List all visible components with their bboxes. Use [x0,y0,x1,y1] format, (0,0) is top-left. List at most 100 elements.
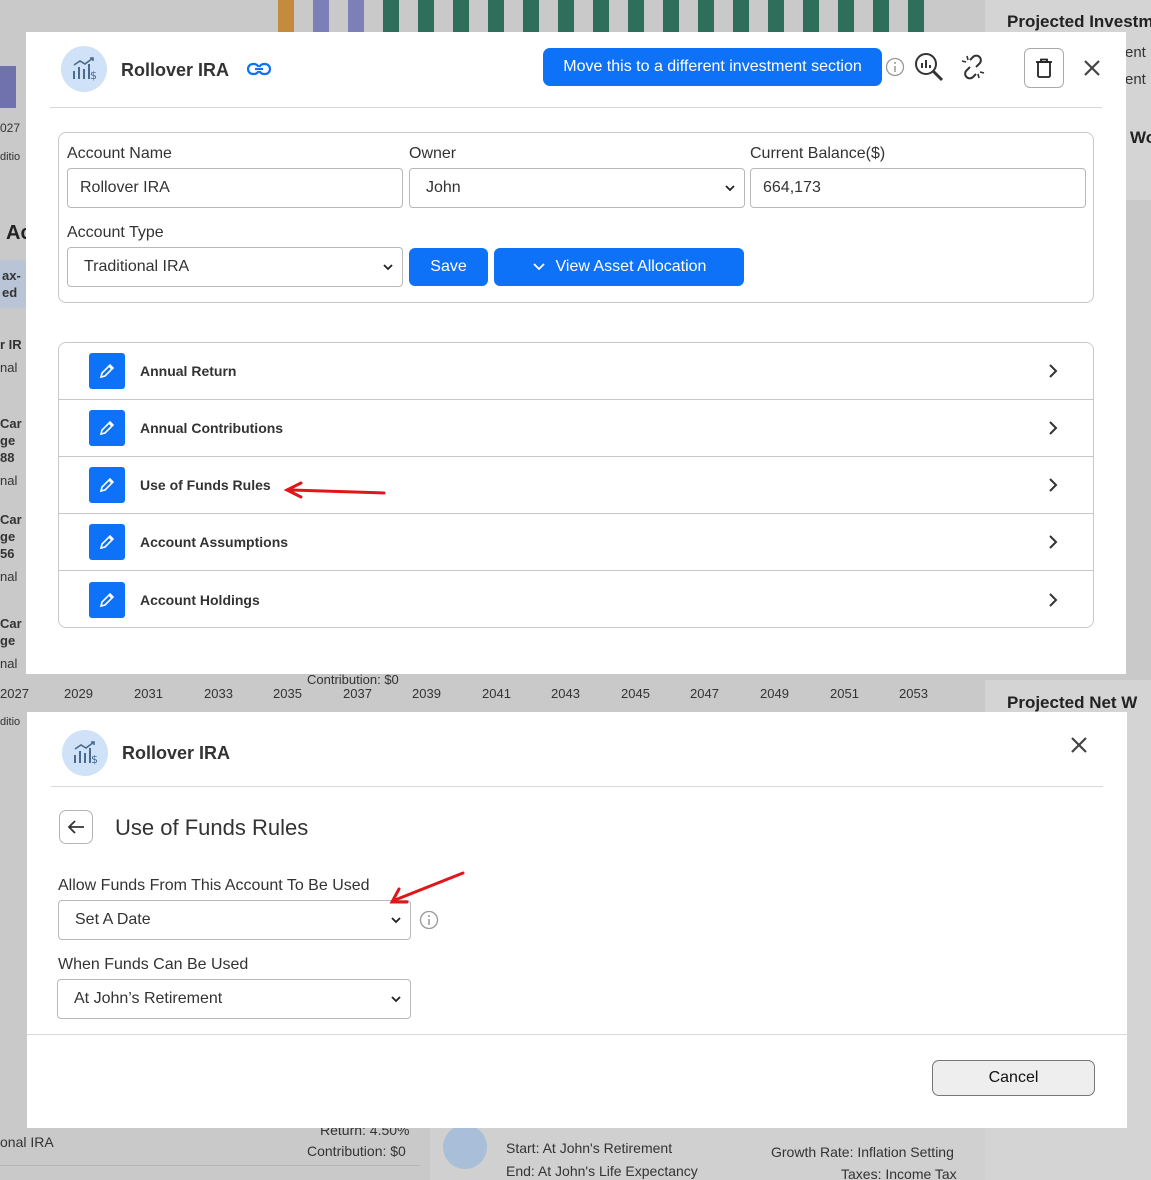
account-modal: $ Rollover IRA Move this to a different … [26,32,1126,674]
info-icon[interactable] [884,56,906,78]
chart-bar [803,0,819,32]
bg-fragment: 56 [0,546,15,561]
projected-investments-heading: Projected Investm [1007,12,1151,31]
bg-start: Start: At John's Retirement [506,1140,673,1156]
account-type-value: Traditional IRA [84,258,190,275]
chevron-down-icon [725,185,735,192]
chart-bar [593,0,609,32]
chevron-right-icon [1049,421,1058,435]
info-icon[interactable] [419,910,439,930]
owner-select[interactable]: John [409,168,745,208]
chart-bar [0,66,16,108]
when-funds-select[interactable]: At John’s Retirement [57,979,411,1019]
chart-bar [558,0,574,32]
bg-fragment: ent [1125,44,1146,61]
chevron-down-icon [383,264,393,271]
bg-fragment: ge [0,433,16,448]
chevron-right-icon [1049,478,1058,492]
bg-fragment: nal [0,360,18,375]
axis-year: 2037 [343,686,372,701]
chart-bar [768,0,784,32]
section-label: Annual Contributions [140,420,284,436]
unlink-icon[interactable] [958,52,988,82]
allow-funds-select[interactable]: Set A Date [58,900,411,940]
bg-fragment: nal [0,656,18,671]
chevron-down-icon [391,996,401,1003]
balance-input[interactable]: 664,173 [750,168,1086,208]
account-type-label: Account Type [67,224,164,241]
chart-bar [663,0,679,32]
view-asset-allocation-label: View Asset Allocation [555,258,707,275]
chevron-down-icon [391,917,401,924]
account-form: Account Name Rollover IRA Owner John Cur… [58,132,1094,303]
bg-fragment: ent [1125,71,1146,88]
bg-fragment: Wo [1130,128,1151,147]
when-funds-label: When Funds Can Be Used [58,956,249,973]
section-row-annual-contributions[interactable]: Annual Contributions [59,400,1093,457]
section-row-account-assumptions[interactable]: Account Assumptions [59,514,1093,571]
chart-bar [348,0,364,32]
section-row-use-of-funds[interactable]: Use of Funds Rules [59,457,1093,514]
owner-value: John [426,179,461,196]
bg-fragment: nal [0,473,18,488]
bg-fragment: ge [0,633,16,648]
allow-funds-value: Set A Date [75,911,151,928]
bg-taxes: Taxes: Income Tax [841,1166,957,1180]
close-icon[interactable] [1067,733,1091,757]
chart-bar [838,0,854,32]
income-avatar [443,1125,487,1169]
account-name-label: Account Name [67,145,172,162]
investment-chart-icon: $ [74,741,98,766]
save-button[interactable]: Save [409,248,488,286]
svg-text:$: $ [91,753,98,766]
move-section-button[interactable]: Move this to a different investment sect… [543,48,882,86]
section-title: Use of Funds Rules [115,815,309,840]
delete-button[interactable] [1024,48,1064,88]
chart-bar [383,0,399,32]
axis-year: 2049 [760,686,789,701]
analyze-search-icon[interactable] [912,50,946,84]
axis-year: 2031 [134,686,163,701]
bg-fragment: ditio [0,151,21,163]
chevron-right-icon [1049,364,1058,378]
trash-icon [1036,58,1052,78]
arrow-left-icon [67,820,84,834]
chart-bar [908,0,924,32]
view-asset-allocation-button[interactable]: View Asset Allocation [494,248,744,286]
section-label: Account Holdings [140,591,260,608]
bg-end: End: At John's Life Expectancy [506,1163,698,1179]
back-button[interactable] [59,810,93,844]
edit-pencil-icon [89,581,125,618]
account-name-input[interactable]: Rollover IRA [67,168,403,208]
header-divider [50,107,1102,108]
chart-bar [278,0,294,32]
annotation-arrow [389,871,465,904]
close-icon[interactable] [1080,56,1104,80]
section-row-account-holdings[interactable]: Account Holdings [59,571,1093,627]
cancel-button[interactable]: Cancel [932,1060,1095,1096]
chart-bar [488,0,504,32]
account-type-select[interactable]: Traditional IRA [67,247,403,287]
bg-fragment: ditio [0,716,21,728]
chevron-down-icon [532,263,545,271]
edit-pencil-icon [89,524,125,560]
balance-label: Current Balance($) [750,145,886,162]
chart-bar [873,0,889,32]
chart-bar [453,0,469,32]
investment-chart-icon: $ [73,57,97,82]
use-of-funds-modal: $ Rollover IRA Use of Funds Rules Allow … [27,712,1127,1128]
chart-bar [418,0,434,32]
chart-bar [313,0,329,32]
axis-year: 2045 [621,686,650,701]
section-row-annual-return[interactable]: Annual Return [59,343,1093,400]
edit-pencil-icon [89,410,125,446]
axis-year: 2047 [690,686,719,701]
link-icon[interactable] [246,58,272,80]
section-list: Annual Return Annual Contributions Use o… [58,342,1094,628]
bg-fragment: ax- [2,268,21,283]
chart-bar [523,0,539,32]
axis-year: 2041 [482,686,511,701]
bg-contribution: Contribution: $0 [307,672,399,687]
bg-divider [0,1165,420,1166]
bg-contribution: Contribution: $0 [307,1143,406,1159]
